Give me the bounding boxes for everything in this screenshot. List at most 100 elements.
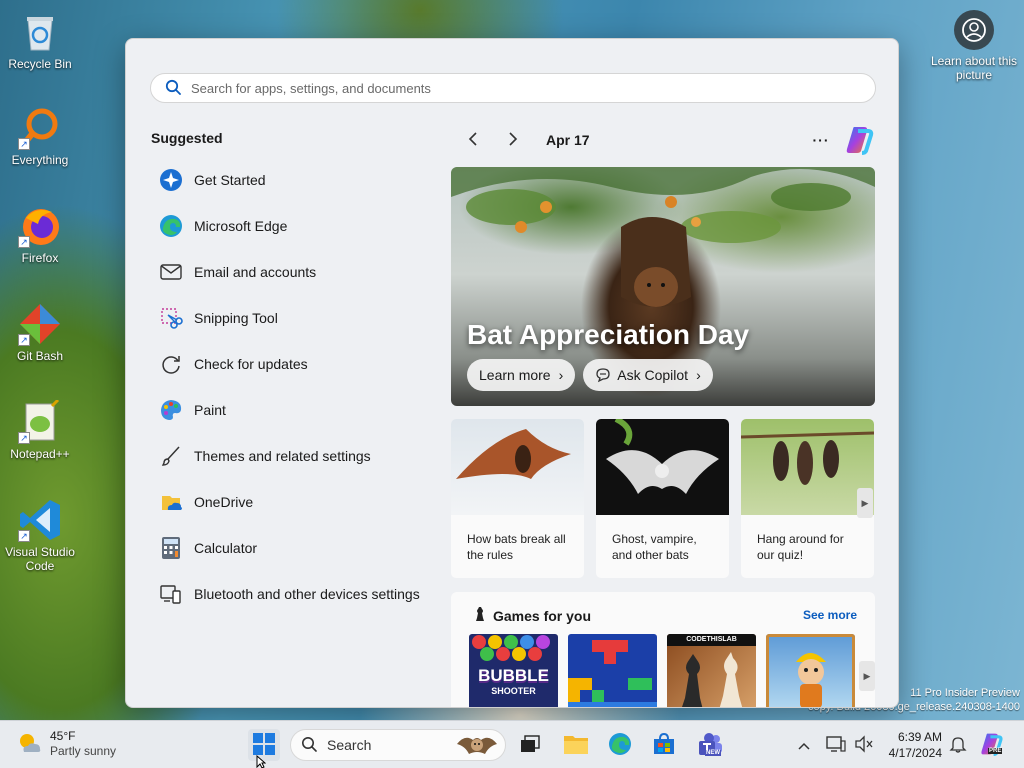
camera-icon <box>954 10 994 50</box>
previous-day-button[interactable] <box>460 127 486 153</box>
suggested-item-label: Microsoft Edge <box>194 218 288 234</box>
suggested-item-label: OneDrive <box>194 494 254 510</box>
suggested-item-snipping-tool[interactable]: Snipping Tool <box>150 295 440 341</box>
search-icon <box>301 736 317 755</box>
desktop-icon-notepad-plus-plus[interactable]: ↗ Notepad++ <box>0 398 80 461</box>
suggested-heading: Suggested <box>151 130 223 146</box>
caret-right-icon: ▶ <box>861 497 869 508</box>
desktop-icon-everything[interactable]: ↗ Everything <box>0 106 80 167</box>
desktop-icon-firefox[interactable]: ↗ Firefox <box>0 204 80 265</box>
desktop-icon-git-bash[interactable]: ↗ Git Bash <box>0 302 80 363</box>
caret-right-icon: ▶ <box>863 670 871 681</box>
desktop-icon-recycle-bin[interactable]: Recycle Bin <box>0 10 80 71</box>
network-tray-button[interactable] <box>822 729 850 761</box>
mouse-cursor-icon <box>256 754 267 768</box>
notifications-button[interactable] <box>944 729 972 761</box>
ask-copilot-label: Ask Copilot <box>617 367 689 383</box>
spotlight-nav: Apr 17 ··· <box>460 127 880 155</box>
copilot-taskbar-button[interactable]: PRE <box>976 729 1008 761</box>
desktop-icon-vscode[interactable]: ↗ Visual Studio Code <box>0 498 80 573</box>
ghost-bat-image <box>596 419 729 515</box>
suggested-item-calculator[interactable]: Calculator <box>150 525 440 571</box>
brush-icon <box>158 443 184 469</box>
hanging-bats-image <box>741 419 874 515</box>
store-button[interactable] <box>648 729 680 761</box>
teams-new-badge: NEW <box>705 750 721 756</box>
suggested-item-microsoft-edge[interactable]: Microsoft Edge <box>150 203 440 249</box>
cards-scroll-right-button[interactable]: ▶ <box>857 488 873 518</box>
desktop-icon-label: Everything <box>11 153 69 167</box>
shortcut-arrow-icon: ↗ <box>18 530 30 542</box>
chevron-right-icon: › <box>558 367 564 383</box>
mail-icon <box>158 259 184 285</box>
bubble-shooter-sub: SHOOTER <box>491 686 536 696</box>
file-explorer-button[interactable] <box>560 729 592 761</box>
see-more-link[interactable]: See more <box>803 608 857 622</box>
card-text: How bats break all the rules <box>467 532 566 562</box>
start-search-input[interactable] <box>191 80 841 96</box>
taskbar-clock[interactable]: 6:39 AM 4/17/2024 <box>880 729 942 761</box>
next-day-button[interactable] <box>500 127 526 153</box>
get-started-icon <box>158 167 184 193</box>
ask-copilot-button[interactable]: Ask Copilot › <box>583 359 713 391</box>
spotlight-hero[interactable]: Bat Appreciation Day Learn more › Ask Co… <box>451 167 875 406</box>
devices-icon <box>158 581 184 607</box>
desktop-icon-label: Notepad++ <box>10 447 70 461</box>
miner-graphic <box>766 634 855 707</box>
suggested-item-bluetooth-devices[interactable]: Bluetooth and other devices settings <box>150 571 440 617</box>
game-tiles: BUBBLE SHOOTER CODETHISLAB <box>469 634 865 707</box>
games-section: Games for you See more BUBBLE SHOOTER CO… <box>451 592 875 707</box>
game-tile-blocks[interactable] <box>568 634 657 707</box>
spotlight-card[interactable]: How bats break all the rules <box>451 419 584 578</box>
suggested-item-get-started[interactable]: Get Started <box>150 157 440 203</box>
weather-widget[interactable]: 45°F Partly sunny <box>16 729 116 759</box>
weather-text: 45°F Partly sunny <box>50 729 116 759</box>
suggested-item-label: Get Started <box>194 172 266 188</box>
folder-icon <box>563 733 589 758</box>
weather-condition: Partly sunny <box>50 744 117 758</box>
suggested-item-onedrive[interactable]: OneDrive <box>150 479 440 525</box>
games-header: Games for you <box>473 606 591 625</box>
suggested-item-themes[interactable]: Themes and related settings <box>150 433 440 479</box>
game-tile-chess[interactable]: CODETHISLAB <box>667 634 756 707</box>
copilot-icon: PRE <box>979 732 1005 758</box>
blocks-graphic <box>568 640 657 707</box>
edge-taskbar-button[interactable] <box>604 729 636 761</box>
games-scroll-right-button[interactable]: ▶ <box>859 661 875 691</box>
learn-about-picture-label: Learn about this picture <box>930 54 1018 82</box>
teams-button[interactable]: NEW <box>694 729 726 761</box>
task-view-button[interactable] <box>514 729 546 761</box>
speaker-muted-icon <box>854 734 874 756</box>
paint-icon <box>158 397 184 423</box>
suggested-item-paint[interactable]: Paint <box>150 387 440 433</box>
suggested-item-email-accounts[interactable]: Email and accounts <box>150 249 440 295</box>
notepad-plus-plus-icon: ↗ <box>18 398 62 444</box>
search-icon <box>165 79 181 98</box>
suggested-item-label: Calculator <box>194 540 258 556</box>
taskbar-search[interactable]: Search <box>290 729 506 761</box>
learn-about-picture[interactable]: Learn about this picture <box>924 10 1024 82</box>
suggested-item-check-updates[interactable]: Check for updates <box>150 341 440 387</box>
refresh-icon <box>158 351 184 377</box>
volume-tray-button[interactable] <box>850 729 878 761</box>
everything-icon: ↗ <box>18 106 62 150</box>
suggested-item-label: Check for updates <box>194 356 308 372</box>
learn-more-button[interactable]: Learn more › <box>467 359 576 391</box>
partly-sunny-icon <box>16 730 42 759</box>
clock-time: 6:39 AM <box>897 730 942 744</box>
start-search-box[interactable] <box>150 73 876 103</box>
task-view-icon <box>520 734 540 756</box>
spotlight-card[interactable]: Hang around for our quiz! <box>741 419 874 578</box>
show-hidden-icons-button[interactable] <box>790 729 818 761</box>
spotlight-card[interactable]: Ghost, vampire, and other bats <box>596 419 729 578</box>
shortcut-arrow-icon: ↗ <box>18 432 30 444</box>
chess-piece-icon <box>473 606 487 625</box>
spotlight-cards: How bats break all the rules Ghost, vamp… <box>451 419 875 578</box>
git-bash-icon: ↗ <box>18 302 62 346</box>
copilot-icon[interactable] <box>844 125 876 158</box>
chevron-up-icon <box>798 738 810 753</box>
game-tile-miner[interactable] <box>766 634 855 707</box>
game-tile-bubble-shooter[interactable]: BUBBLE SHOOTER <box>469 634 558 707</box>
more-options-button[interactable]: ··· <box>808 127 834 153</box>
copilot-pre-badge: PRE <box>988 748 1003 754</box>
